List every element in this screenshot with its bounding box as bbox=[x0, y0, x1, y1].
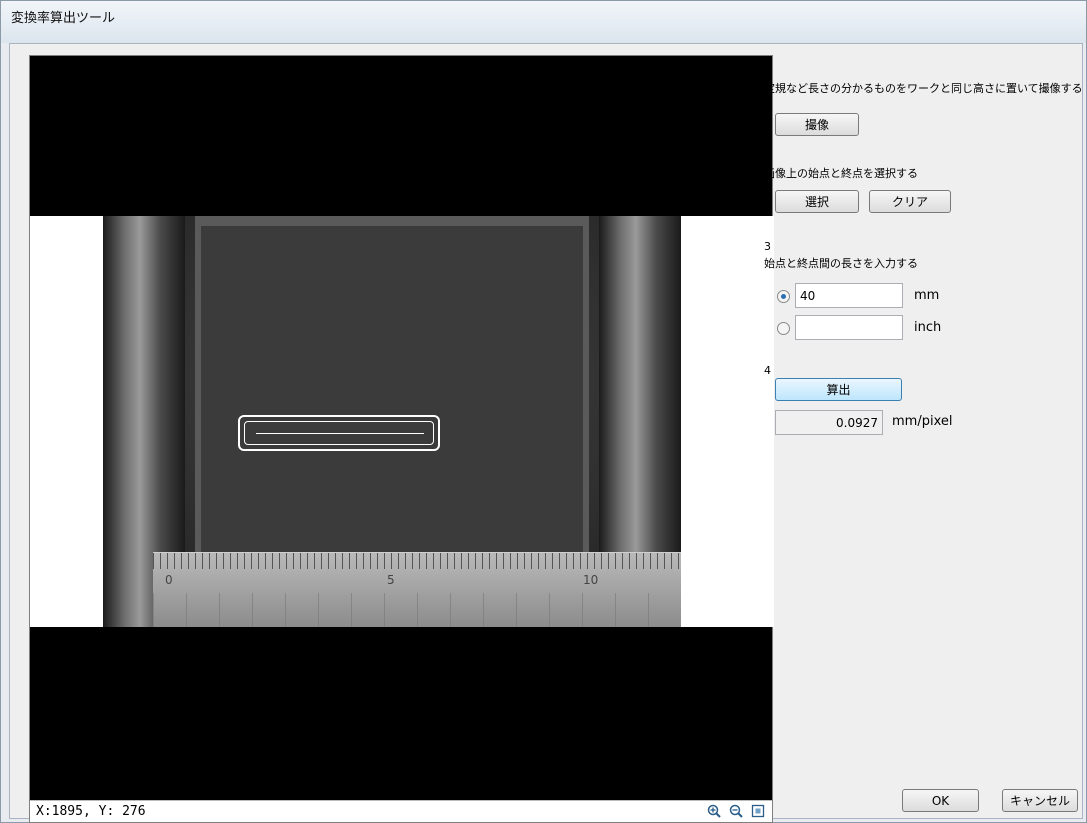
title-bar: 変換率算出ツール bbox=[1, 1, 1086, 43]
cancel-button[interactable]: キャンセル bbox=[1002, 789, 1078, 812]
image-viewer[interactable]: 0 5 10 X:1895, Y: 276 bbox=[29, 55, 774, 823]
ruler-number-0: 0 bbox=[165, 573, 173, 587]
step3-instruction: 始点と終点間の長さを入力する bbox=[764, 257, 918, 270]
viewer-status-bar: X:1895, Y: 276 bbox=[30, 800, 772, 822]
coordinate-readout: X:1895, Y: 276 bbox=[36, 804, 146, 819]
ruler: 0 5 10 bbox=[153, 552, 681, 627]
ruler-number-5: 5 bbox=[387, 573, 395, 587]
step2-instruction: 画像上の始点と終点を選択する bbox=[764, 167, 918, 180]
ruler-number-10: 10 bbox=[583, 573, 599, 587]
select-button[interactable]: 選択 bbox=[775, 190, 859, 213]
capture-button[interactable]: 撮像 bbox=[775, 113, 859, 136]
clear-button[interactable]: クリア bbox=[869, 190, 951, 213]
zoom-in-icon[interactable] bbox=[706, 803, 722, 819]
conversion-rate-dialog: 変換率算出ツール 0 5 10 X:1895, Y: 276 1 定規など長さの… bbox=[0, 0, 1087, 823]
dialog-body: 0 5 10 X:1895, Y: 276 1 定規など長さの分かるものをワーク… bbox=[9, 43, 1084, 823]
window-title: 変換率算出ツール bbox=[11, 11, 116, 26]
settings-panel: 1 定規など長さの分かるものをワークと同じ高さに置いて撮像する 撮像 2 画像上… bbox=[762, 44, 1084, 820]
inch-length-input[interactable] bbox=[795, 315, 903, 340]
calculate-button[interactable]: 算出 bbox=[775, 378, 902, 401]
result-field bbox=[775, 410, 883, 435]
inch-unit-label: inch bbox=[914, 320, 942, 335]
step3-number: 3 bbox=[764, 240, 771, 253]
captured-image-area: 0 5 10 bbox=[30, 216, 774, 627]
step2-number: 2 bbox=[764, 150, 771, 163]
mm-length-input[interactable] bbox=[795, 283, 903, 308]
ok-button[interactable]: OK bbox=[902, 789, 979, 812]
step1-number: 1 bbox=[764, 64, 771, 77]
result-unit-label: mm/pixel bbox=[892, 414, 953, 429]
step4-number: 4 bbox=[764, 364, 771, 377]
zoom-out-icon[interactable] bbox=[728, 803, 744, 819]
measurement-line bbox=[256, 433, 424, 434]
zoom-controls bbox=[706, 803, 766, 819]
ruler-grid bbox=[153, 593, 681, 627]
mm-radio[interactable] bbox=[777, 290, 790, 303]
mm-unit-label: mm bbox=[914, 288, 940, 303]
inch-radio[interactable] bbox=[777, 322, 790, 335]
step1-instruction: 定規など長さの分かるものをワークと同じ高さに置いて撮像する bbox=[764, 82, 1083, 95]
ruler-ticks bbox=[153, 553, 681, 569]
measurement-selection[interactable] bbox=[238, 415, 440, 451]
